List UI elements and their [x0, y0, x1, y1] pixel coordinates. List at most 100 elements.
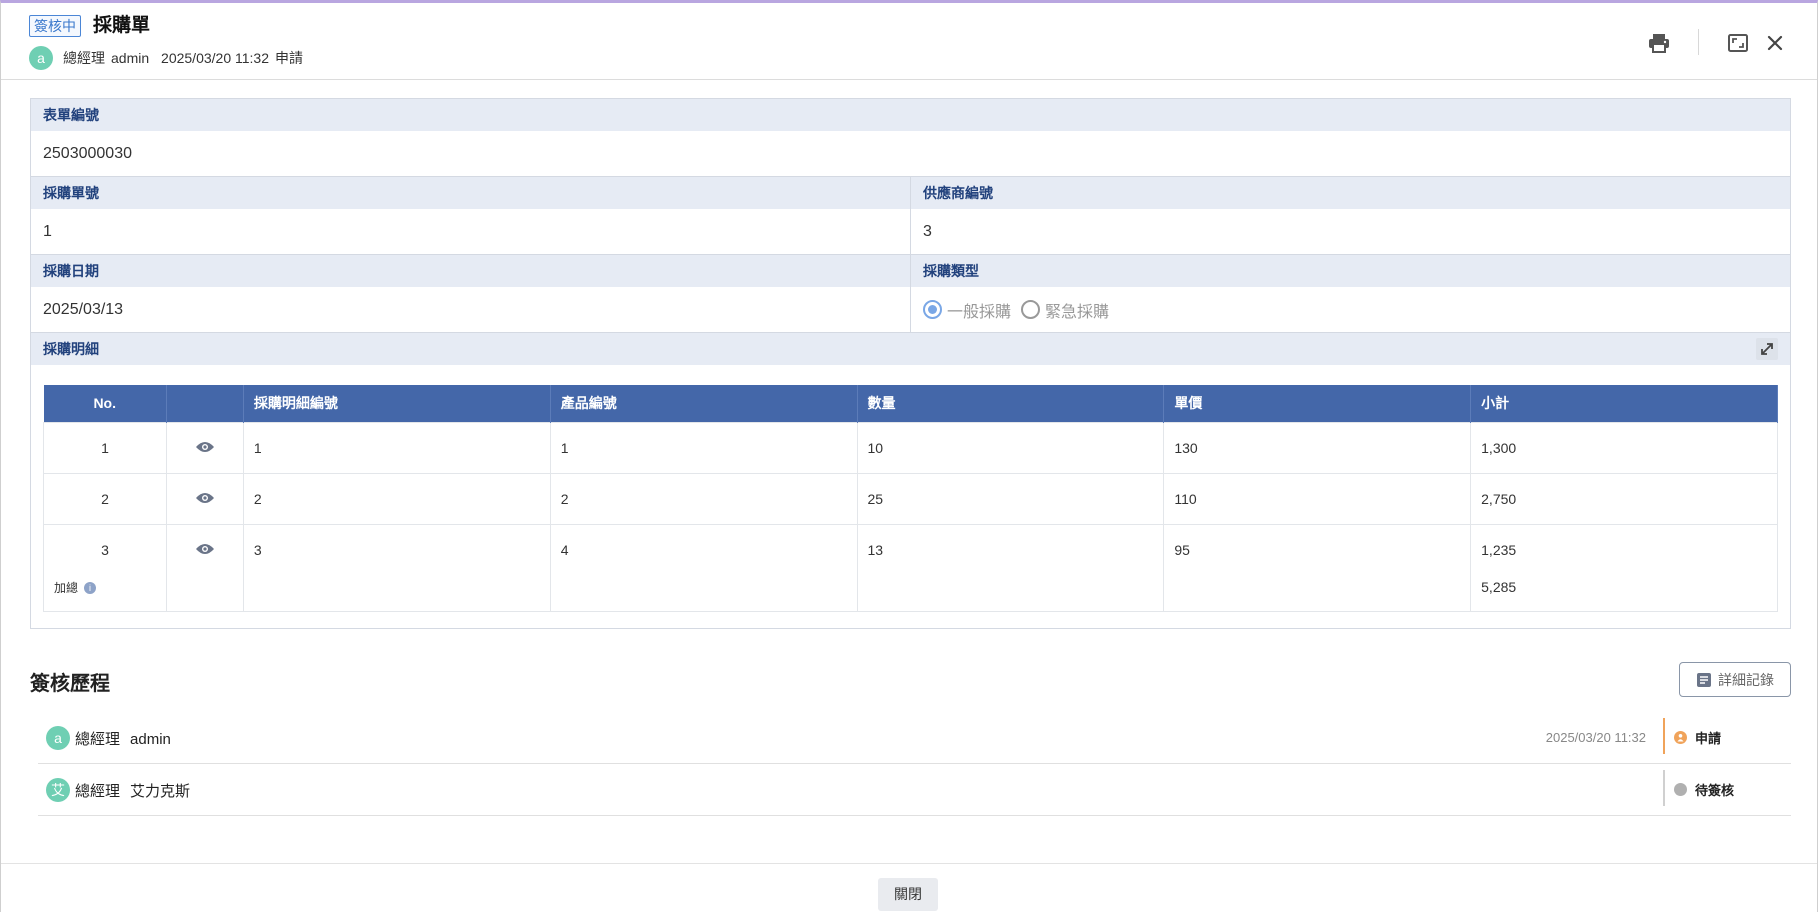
- history-entry: a 總經理 admin 2025/03/20 11:32 申請: [38, 712, 1791, 764]
- header-divider: [1698, 29, 1699, 55]
- history-status: 申請: [1674, 728, 1721, 747]
- col-header-qty: 數量: [857, 385, 1165, 422]
- cell-product-no: 1: [549, 421, 858, 474]
- supplier-no-value: 3: [923, 223, 932, 240]
- dialog-footer: 關閉: [1, 863, 1817, 912]
- view-row-button[interactable]: [165, 472, 244, 525]
- table-row: 1 1 1 10 130 1,300: [43, 421, 1778, 474]
- cell-qty: 13: [856, 523, 1165, 575]
- po-type-option-urgent: 緊急採購: [1045, 303, 1110, 321]
- print-button[interactable]: [1645, 29, 1673, 57]
- sum-empty-cell: [242, 575, 551, 612]
- detail-record-button[interactable]: 詳細記錄: [1679, 662, 1791, 697]
- po-type-radio-general[interactable]: [923, 300, 942, 319]
- status-badge: 簽核中: [29, 15, 81, 37]
- history-name: 艾力克斯: [130, 783, 191, 800]
- cell-no: 1: [43, 421, 167, 474]
- po-no-label: 採購單號: [31, 177, 911, 209]
- sum-row: 加總 i 5,285: [43, 575, 1778, 612]
- avatar: 艾: [46, 778, 70, 802]
- cell-price: 110: [1163, 472, 1472, 525]
- supplier-no-label: 供應商編號: [911, 177, 1790, 209]
- sum-label: 加總: [54, 581, 79, 595]
- form-no-field: 表單編號 2503000030: [31, 99, 1790, 177]
- history-status: 待簽核: [1674, 780, 1734, 799]
- cell-detail-no: 3: [242, 523, 551, 575]
- close-button[interactable]: 關閉: [878, 878, 938, 911]
- status-bar: [1663, 770, 1665, 806]
- form-panel: 表單編號 2503000030 採購單號 1 供應商編號 3 採購日期 2025…: [30, 98, 1791, 629]
- form-no-value: 2503000030: [43, 145, 132, 162]
- history-role: 總經理: [75, 783, 121, 800]
- cell-qty: 25: [856, 472, 1165, 525]
- cell-price: 95: [1163, 523, 1472, 575]
- view-row-button[interactable]: [165, 523, 244, 575]
- page-title: 採購單: [93, 15, 151, 36]
- column-divider: [910, 177, 911, 333]
- cell-detail-no: 2: [242, 472, 551, 525]
- close-dialog-button[interactable]: [1761, 29, 1789, 57]
- applicant-status-icon: [1674, 731, 1687, 744]
- close-icon: [1767, 35, 1783, 51]
- expand-detail-button[interactable]: [1756, 338, 1778, 360]
- applicant-action: 申請: [274, 50, 303, 66]
- po-no-value: 1: [43, 223, 52, 240]
- applicant-name: admin: [111, 50, 150, 66]
- avatar: a: [46, 726, 70, 750]
- pending-status-icon: [1674, 783, 1687, 796]
- detail-table: No. 採購明細編號 產品編號 數量 單價 小計 1 1 1 10 130 1,…: [43, 385, 1778, 612]
- po-date-field: 採購日期 2025/03/13: [31, 255, 911, 332]
- table-row: 3 3 4 13 95 1,235: [43, 523, 1778, 575]
- history-status-label: 待簽核: [1695, 783, 1735, 798]
- history-entry: 艾 總經理 艾力克斯 待簽核: [38, 764, 1791, 816]
- sum-empty-cell: [1163, 575, 1472, 612]
- cell-no: 2: [43, 472, 167, 525]
- col-header-price: 單價: [1163, 385, 1472, 422]
- fullscreen-button[interactable]: [1724, 29, 1752, 57]
- cell-price: 130: [1163, 421, 1472, 474]
- printer-icon: [1649, 34, 1669, 53]
- dialog-header: 簽核中 採購單 a 總經理 admin 2025/03/20 11:32 申請: [1, 3, 1817, 80]
- cell-subtotal: 1,300: [1470, 421, 1778, 474]
- eye-icon: [195, 441, 214, 452]
- cell-subtotal: 2,750: [1470, 472, 1778, 525]
- expand-icon: [1761, 343, 1773, 355]
- fullscreen-icon: [1728, 34, 1748, 52]
- history-role: 總經理: [75, 731, 121, 748]
- sum-label-cell: 加總 i: [43, 575, 167, 612]
- po-type-radio-urgent[interactable]: [1021, 300, 1041, 319]
- po-type-option-general: 一般採購: [947, 303, 1012, 321]
- cell-qty: 10: [856, 421, 1165, 474]
- info-icon[interactable]: i: [84, 581, 97, 594]
- col-header-detail-no: 採購明細編號: [243, 385, 551, 422]
- col-header-subtotal: 小計: [1470, 385, 1778, 422]
- sum-empty-cell: [856, 575, 1165, 612]
- applicant-meta: 總經理 admin 2025/03/20 11:32 申請: [63, 48, 309, 68]
- detail-field: 採購明細: [31, 332, 1790, 365]
- detail-label: 採購明細: [31, 333, 1790, 365]
- col-header-no: No.: [43, 385, 167, 422]
- po-date-value: 2025/03/13: [43, 301, 124, 318]
- eye-icon: [195, 492, 214, 503]
- table-header-row: No. 採購明細編號 產品編號 數量 單價 小計: [43, 385, 1778, 422]
- po-type-label: 採購類型: [911, 255, 1790, 287]
- col-header-view: [166, 385, 244, 422]
- applicant-datetime: 2025/03/20 11:32: [161, 50, 269, 66]
- eye-icon: [195, 543, 214, 554]
- cell-no: 3: [43, 523, 167, 575]
- sum-empty-cell: [165, 575, 244, 612]
- cell-product-no: 2: [549, 472, 858, 525]
- po-type-radio-group: 一般採購 緊急採購: [911, 287, 1790, 332]
- history-status-label: 申請: [1695, 731, 1722, 746]
- cell-detail-no: 1: [242, 421, 551, 474]
- view-row-button[interactable]: [165, 421, 244, 474]
- history-name: admin: [130, 731, 171, 748]
- document-icon: [1697, 672, 1711, 687]
- cell-subtotal: 1,235: [1470, 523, 1778, 575]
- avatar: a: [29, 46, 53, 70]
- sum-value: 5,285: [1470, 575, 1778, 612]
- applicant-role: 總經理: [63, 50, 105, 66]
- status-bar: [1663, 718, 1665, 754]
- detail-record-label: 詳細記錄: [1718, 671, 1774, 688]
- cell-product-no: 4: [549, 523, 858, 575]
